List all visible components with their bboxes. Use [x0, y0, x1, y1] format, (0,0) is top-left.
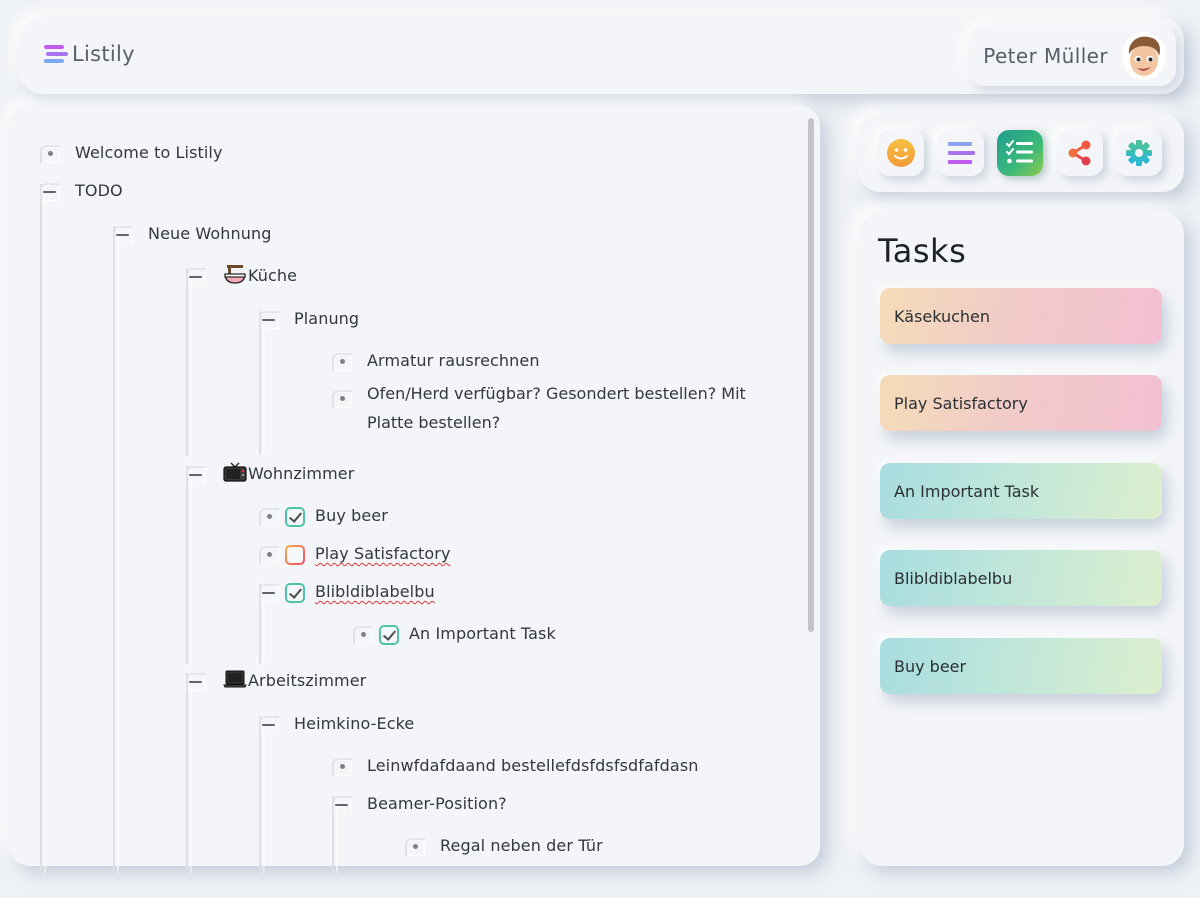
tree-item[interactable]: Heimkino-Ecke [259, 714, 414, 742]
collapse-icon[interactable] [186, 268, 206, 286]
list-view-button[interactable] [938, 130, 984, 176]
tree-item-label[interactable]: TODO [75, 172, 123, 209]
gear-icon [1126, 140, 1152, 166]
collapse-icon[interactable] [113, 226, 133, 244]
collapse-icon[interactable] [259, 584, 279, 602]
memoji-avatar-icon [1122, 34, 1166, 78]
tree-item-label[interactable]: Beamer-Position? [367, 785, 507, 822]
tree-item-label[interactable]: Küche [248, 266, 297, 285]
list-lines-icon [948, 142, 975, 164]
settings-button[interactable] [1116, 130, 1162, 176]
tree-item[interactable]: Blibldiblabelbu [259, 582, 435, 610]
tree-item-label[interactable]: An Important Task [409, 615, 556, 652]
app-logo[interactable]: Listily [44, 42, 135, 66]
tree-item-label-continued[interactable]: Platte bestellen? [367, 408, 746, 437]
bullet-icon[interactable] [259, 546, 279, 564]
task-card[interactable]: Käsekuchen [880, 288, 1162, 344]
collapse-icon[interactable] [332, 796, 352, 814]
tree-item[interactable]: Regal neben der Tür [405, 836, 603, 864]
tree-item-label[interactable]: Welcome to Listily [75, 134, 223, 171]
tree-item[interactable]: Armatur rausrechnen [332, 351, 540, 379]
tree-item-label[interactable]: Arbeitszimmer [248, 671, 366, 690]
tree-item-label[interactable]: Regal neben der Tür [440, 827, 603, 864]
collapse-icon[interactable] [259, 716, 279, 734]
tasks-panel: Tasks Käsekuchen Play Satisfactory An Im… [860, 212, 1184, 866]
bullet-icon[interactable] [40, 145, 60, 163]
tree-scrollbar[interactable] [808, 118, 814, 632]
tree-item-label[interactable]: Buy beer [315, 497, 388, 534]
tree-item-label[interactable]: Armatur rausrechnen [367, 342, 540, 379]
task-checkbox[interactable] [285, 583, 305, 603]
tree-item-label[interactable]: Play Satisfactory [315, 535, 451, 572]
task-checkbox[interactable] [379, 625, 399, 645]
view-toolbar [858, 114, 1184, 192]
television-icon [223, 462, 247, 482]
collapse-icon[interactable] [186, 673, 206, 691]
collapse-icon[interactable] [40, 183, 60, 201]
share-button[interactable] [1057, 130, 1103, 176]
bullet-icon[interactable] [353, 626, 373, 644]
tree-item[interactable]: Beamer-Position? [332, 794, 507, 822]
task-checkbox[interactable] [285, 545, 305, 565]
noodle-bowl-icon [224, 265, 246, 284]
tree-guide-line [186, 673, 190, 873]
bullet-icon[interactable] [259, 508, 279, 526]
bullet-icon[interactable] [332, 353, 352, 371]
tree-item-label[interactable]: Blibldiblabelbu [315, 573, 435, 610]
tree-item[interactable]: Ofen/Herd verfügbar? Gesondert bestellen… [332, 384, 746, 437]
tree-item-label[interactable]: Ofen/Herd verfügbar? Gesondert bestellen… [367, 379, 746, 408]
collapse-icon[interactable] [259, 311, 279, 329]
tree-guide-line [113, 226, 117, 874]
task-card[interactable]: Play Satisfactory [880, 375, 1162, 431]
tree-item[interactable]: Neue Wohnung [113, 224, 271, 252]
user-name: Peter Müller [983, 44, 1108, 68]
tree-item[interactable]: Küche [186, 265, 297, 294]
tree-item[interactable]: Welcome to Listily [40, 143, 223, 171]
tree-item[interactable]: An Important Task [353, 624, 556, 652]
app-header: Listily Peter Müller [20, 18, 1184, 94]
tree-item[interactable]: Arbeitszimmer [186, 670, 366, 699]
tasks-title: Tasks [878, 232, 967, 270]
tree-guide-line [186, 268, 190, 456]
collapse-icon[interactable] [186, 466, 206, 484]
list-lines-icon [44, 44, 68, 64]
avatar[interactable] [1122, 32, 1166, 80]
tree-item[interactable]: Play Satisfactory [259, 544, 451, 572]
task-card[interactable]: Buy beer [880, 638, 1162, 694]
task-checkbox[interactable] [285, 507, 305, 527]
tasks-button[interactable] [997, 130, 1043, 176]
tree-item-label[interactable]: Neue Wohnung [148, 215, 271, 252]
tree-item-label[interactable]: Leinwfdafdaand bestellefdsfdsfsdfafdasn [367, 747, 699, 784]
tree-item[interactable]: Planung [259, 309, 359, 337]
laptop-icon [223, 670, 247, 688]
tree-item[interactable]: TODO [40, 181, 123, 209]
tree-item[interactable]: Buy beer [259, 506, 388, 534]
tree-item-label[interactable]: Wohnzimmer [248, 464, 354, 483]
app-name: Listily [72, 42, 135, 66]
bullet-icon[interactable] [405, 838, 425, 856]
emoji-button[interactable] [878, 130, 924, 176]
task-card[interactable]: An Important Task [880, 463, 1162, 519]
bullet-icon[interactable] [332, 390, 352, 408]
smiley-icon [887, 139, 915, 167]
user-menu[interactable]: Peter Müller [969, 26, 1176, 86]
tree-guide-line [40, 184, 44, 874]
tree-guide-line [186, 466, 190, 664]
tree-item-label[interactable]: Heimkino-Ecke [294, 705, 414, 742]
tree-item[interactable]: Leinwfdafdaand bestellefdsfdsfsdfafdasn [332, 756, 699, 784]
task-card[interactable]: Blibldiblabelbu [880, 550, 1162, 606]
bullet-icon[interactable] [332, 758, 352, 776]
share-icon [1068, 140, 1091, 166]
checklist-icon [1006, 140, 1033, 164]
tree-item-label[interactable]: Planung [294, 300, 359, 337]
tree-item[interactable]: Wohnzimmer [186, 462, 354, 492]
